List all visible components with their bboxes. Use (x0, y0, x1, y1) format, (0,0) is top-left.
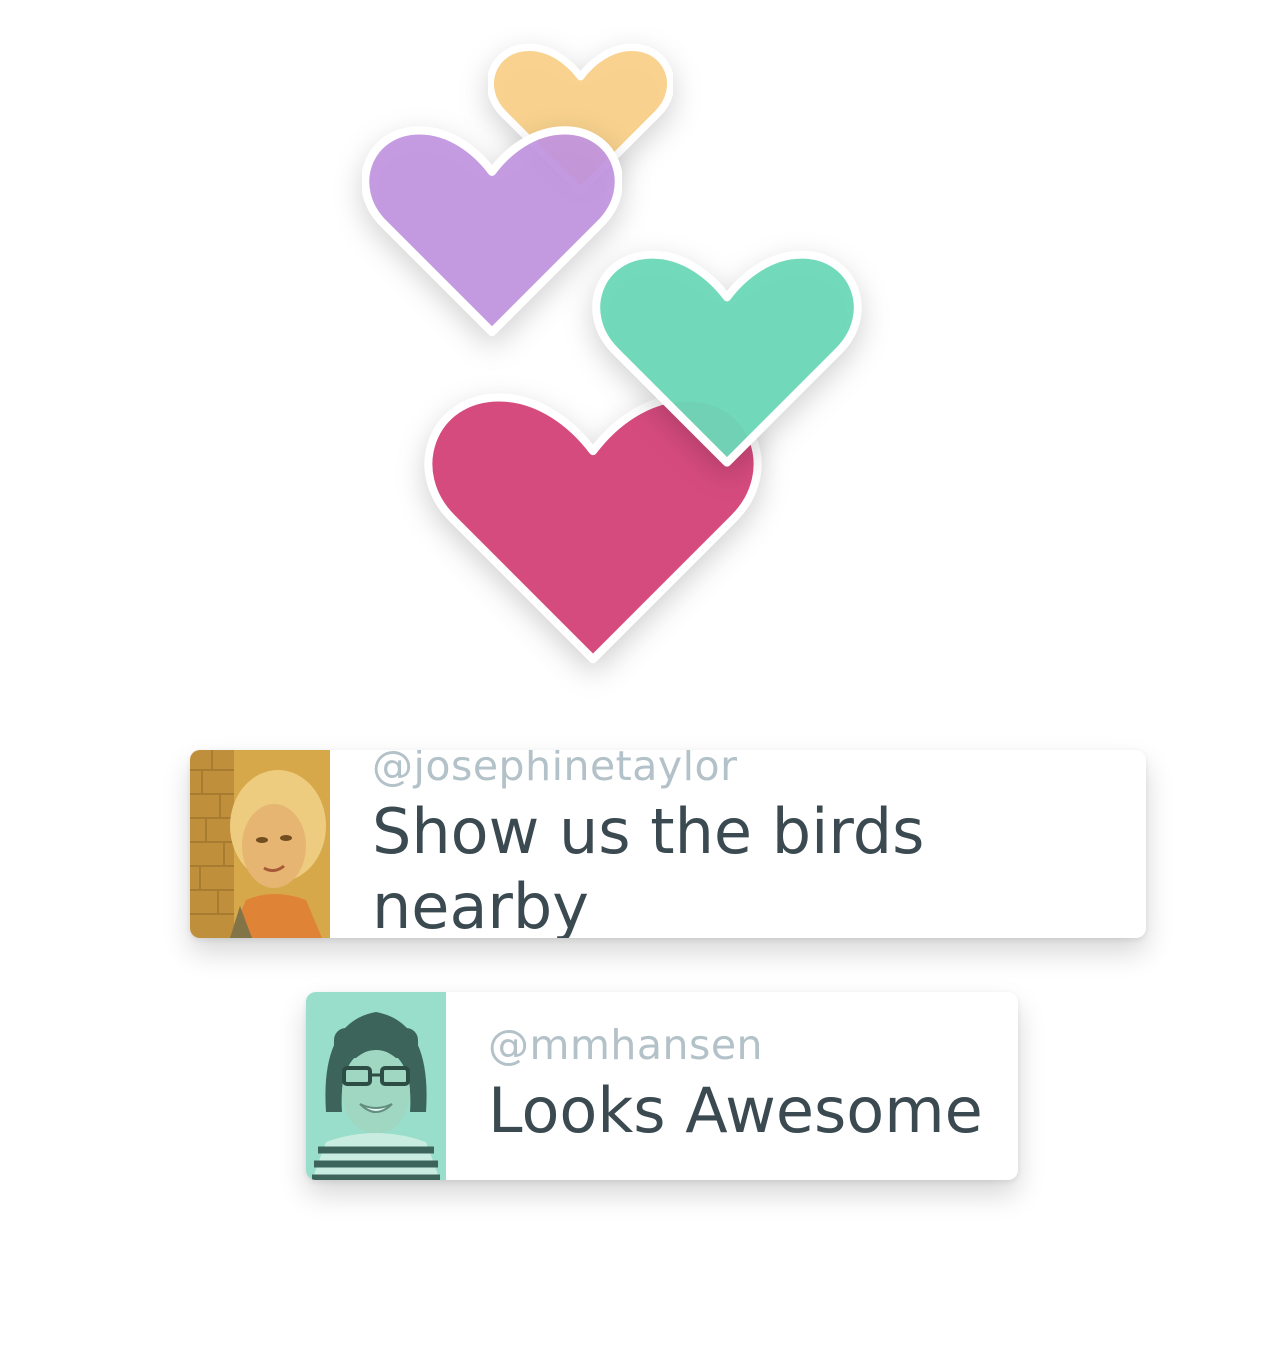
comment-card: @mmhansen Looks Awesome (306, 992, 1018, 1180)
comment-username[interactable]: @josephinetaylor (372, 750, 1146, 789)
heart-green-icon (592, 244, 862, 476)
comment-message: Looks Awesome (488, 1074, 983, 1148)
avatar (190, 750, 330, 938)
comment-username[interactable]: @mmhansen (488, 1023, 983, 1068)
comment-card: @josephinetaylor Show us the birds nearb… (190, 750, 1146, 938)
avatar (306, 992, 446, 1180)
comment-message: Show us the birds nearby (372, 795, 925, 938)
heart-purple-icon (362, 120, 622, 345)
